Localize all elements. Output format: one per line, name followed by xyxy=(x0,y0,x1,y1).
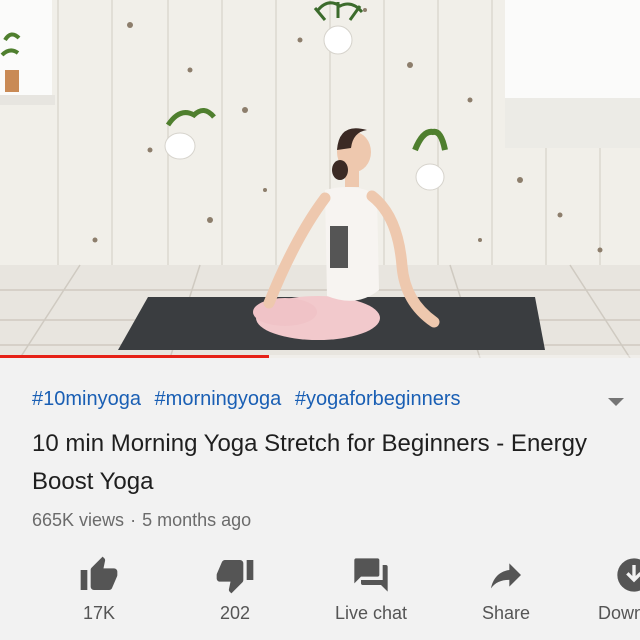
share-arrow-icon xyxy=(491,563,521,589)
upload-age: 5 months ago xyxy=(142,510,252,530)
download-label: Download xyxy=(598,603,640,623)
hashtag-link[interactable]: #yogaforbeginners xyxy=(295,388,461,410)
thumbs-up-icon xyxy=(80,556,118,590)
video-frame xyxy=(0,0,640,358)
dislike-count: 202 xyxy=(219,603,251,623)
thumbs-down-icon xyxy=(216,560,254,594)
share-button[interactable]: Share xyxy=(451,555,561,635)
download-button[interactable]: Download xyxy=(590,555,640,635)
chevron-down-icon[interactable] xyxy=(604,394,628,410)
video-player[interactable] xyxy=(0,0,640,358)
hashtag-link[interactable]: #morningyoga xyxy=(155,388,282,410)
live-chat-label: Live chat xyxy=(334,603,408,623)
chat-icon xyxy=(354,558,388,592)
live-chat-button[interactable]: Live chat xyxy=(316,555,426,635)
download-icon xyxy=(617,558,640,592)
hashtag-row: #10minyoga #morningyoga #yogaforbeginner… xyxy=(32,388,469,411)
video-title: 10 min Morning Yoga Stretch for Beginner… xyxy=(32,430,587,495)
view-count: 665K views xyxy=(32,510,125,530)
meta-separator: · xyxy=(130,510,137,530)
like-count: 17K xyxy=(82,603,116,623)
video-meta: 665K views · 5 months ago xyxy=(32,510,251,531)
hashtag-link[interactable]: #10minyoga xyxy=(32,388,141,410)
dislike-button[interactable]: 202 xyxy=(180,555,290,635)
share-label: Share xyxy=(481,603,531,623)
like-button[interactable]: 17K xyxy=(44,555,154,635)
